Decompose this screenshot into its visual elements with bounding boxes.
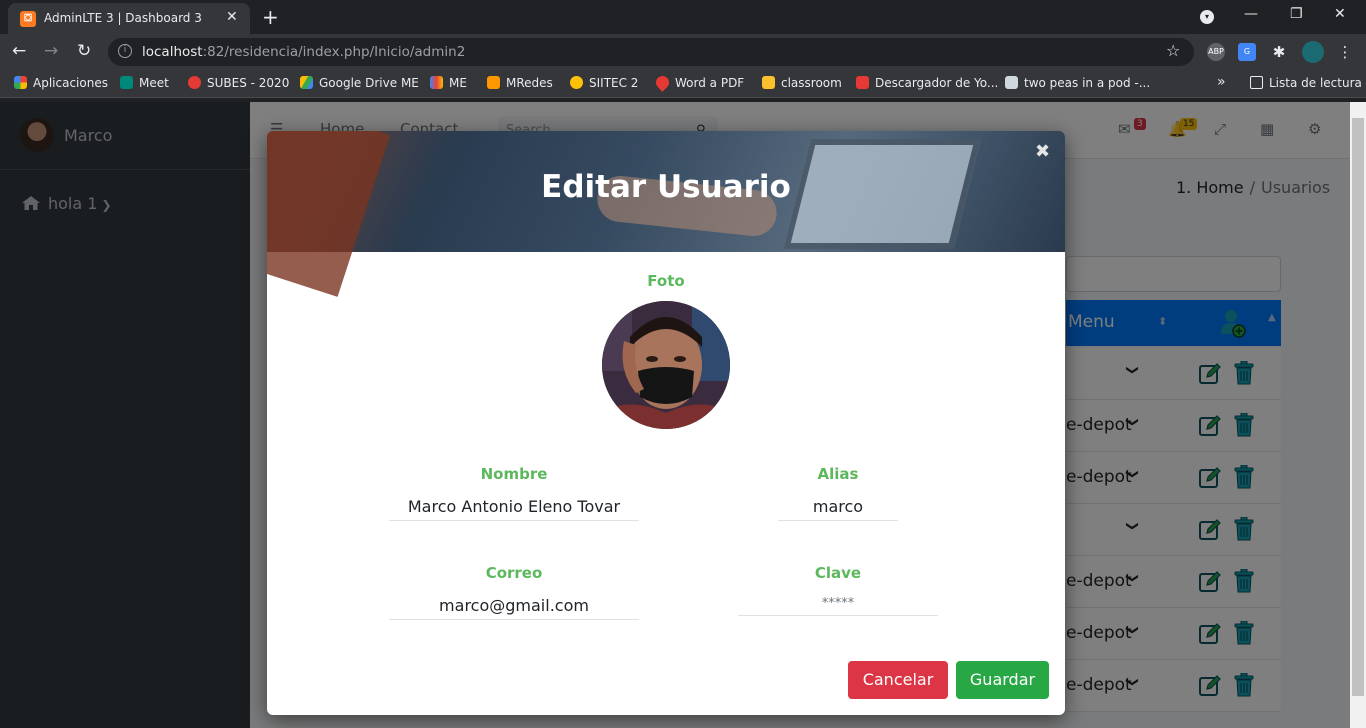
- bookmark-star-icon[interactable]: ☆: [1166, 41, 1180, 60]
- reading-list-icon: [1250, 76, 1263, 89]
- extensions-icon[interactable]: ✱: [1270, 43, 1288, 61]
- restore-icon[interactable]: ❐: [1290, 6, 1303, 22]
- alias-field[interactable]: [778, 497, 898, 521]
- save-button[interactable]: Guardar: [956, 661, 1049, 699]
- tab-title: AdminLTE 3 | Dashboard 3: [44, 11, 202, 25]
- modal-title: Editar Usuario: [541, 169, 791, 205]
- modal-close-icon[interactable]: ✖: [1035, 141, 1050, 162]
- subes-icon: [188, 76, 201, 89]
- nombre-field[interactable]: [389, 497, 639, 521]
- adblock-icon[interactable]: ABP: [1207, 43, 1225, 61]
- gmail-icon: [430, 76, 443, 89]
- correo-field[interactable]: [389, 596, 639, 620]
- bookmark-descargador[interactable]: Descargador de Yo...: [856, 76, 998, 90]
- nombre-label: Nombre: [480, 465, 548, 483]
- siitec-icon: [570, 76, 583, 89]
- bookmark-apps[interactable]: Aplicaciones: [14, 76, 108, 90]
- chrome-menu-icon[interactable]: ⋮: [1336, 43, 1354, 61]
- browser-toolbar: ← → ↻ i localhost:82/residencia/index.ph…: [0, 34, 1366, 70]
- bookmark-classroom[interactable]: classroom: [762, 76, 842, 90]
- clave-label: Clave: [814, 564, 862, 582]
- bookmarks-bar: Aplicaciones Meet SUBES - 2020 Google Dr…: [0, 70, 1366, 98]
- new-tab-icon[interactable]: +: [262, 5, 279, 29]
- favicon-icon: ⛋: [20, 11, 36, 27]
- mredes-icon: [487, 76, 500, 89]
- window-close-icon[interactable]: ✕: [1334, 6, 1346, 22]
- reload-icon[interactable]: ↻: [77, 41, 91, 61]
- back-icon[interactable]: ←: [12, 41, 26, 61]
- browser-tab[interactable]: ⛋ AdminLTE 3 | Dashboard 3 ✕: [8, 3, 250, 34]
- bookmarks-overflow-icon[interactable]: »: [1217, 74, 1226, 90]
- two-peas-icon: [1005, 76, 1018, 89]
- page-content: Marco hola 1❯ ☰ Home Contact Search ⚲ ✉ …: [0, 102, 1350, 728]
- minimize-icon[interactable]: —: [1244, 6, 1258, 22]
- reading-list[interactable]: Lista de lectura: [1250, 76, 1362, 90]
- browser-tabbar: ⛋ AdminLTE 3 | Dashboard 3 ✕ + ▾ — ❐ ✕: [0, 0, 1366, 34]
- bookmark-two-peas[interactable]: two peas in a pod -...: [1005, 76, 1150, 90]
- tab-search-icon[interactable]: ▾: [1200, 10, 1214, 24]
- apps-grid-icon: [14, 76, 27, 89]
- user-photo[interactable]: [602, 301, 730, 429]
- meet-icon: [120, 76, 133, 89]
- header-photo-arm: [267, 131, 391, 297]
- classroom-icon: [762, 76, 775, 89]
- clave-field[interactable]: [738, 596, 938, 616]
- alias-label: Alias: [817, 465, 859, 483]
- bookmark-siitec[interactable]: SIITEC 2: [570, 76, 638, 90]
- page-scrollbar-thumb[interactable]: [1352, 118, 1364, 696]
- cancel-button[interactable]: Cancelar: [848, 661, 948, 699]
- profile-avatar[interactable]: [1302, 41, 1324, 63]
- user-photo-image: [602, 301, 730, 429]
- url-text[interactable]: localhost:82/residencia/index.php/Inicio…: [142, 44, 465, 60]
- download-icon: [856, 76, 869, 89]
- forward-icon[interactable]: →: [44, 41, 58, 61]
- bookmark-word-pdf[interactable]: Word a PDF: [653, 73, 744, 92]
- modal-header: Editar Usuario ✖: [267, 131, 1065, 297]
- drive-icon: [300, 76, 313, 89]
- bookmark-mredes[interactable]: MRedes: [487, 76, 553, 90]
- correo-label: Correo: [485, 564, 543, 582]
- tab-close-icon[interactable]: ✕: [226, 9, 238, 25]
- bookmark-meet[interactable]: Meet: [120, 76, 169, 90]
- bookmark-me[interactable]: ME: [430, 76, 467, 90]
- address-bar[interactable]: i localhost:82/residencia/index.php/Inic…: [108, 38, 1194, 66]
- translate-icon[interactable]: G: [1238, 43, 1256, 61]
- heart-icon: [653, 73, 672, 92]
- foto-label: Foto: [647, 272, 685, 290]
- bookmark-subes[interactable]: SUBES - 2020: [188, 76, 289, 90]
- bookmark-drive[interactable]: Google Drive ME: [300, 76, 419, 90]
- site-info-icon[interactable]: i: [118, 44, 132, 58]
- edit-user-modal: Editar Usuario ✖ Foto Nombre Alias Corre…: [267, 131, 1065, 715]
